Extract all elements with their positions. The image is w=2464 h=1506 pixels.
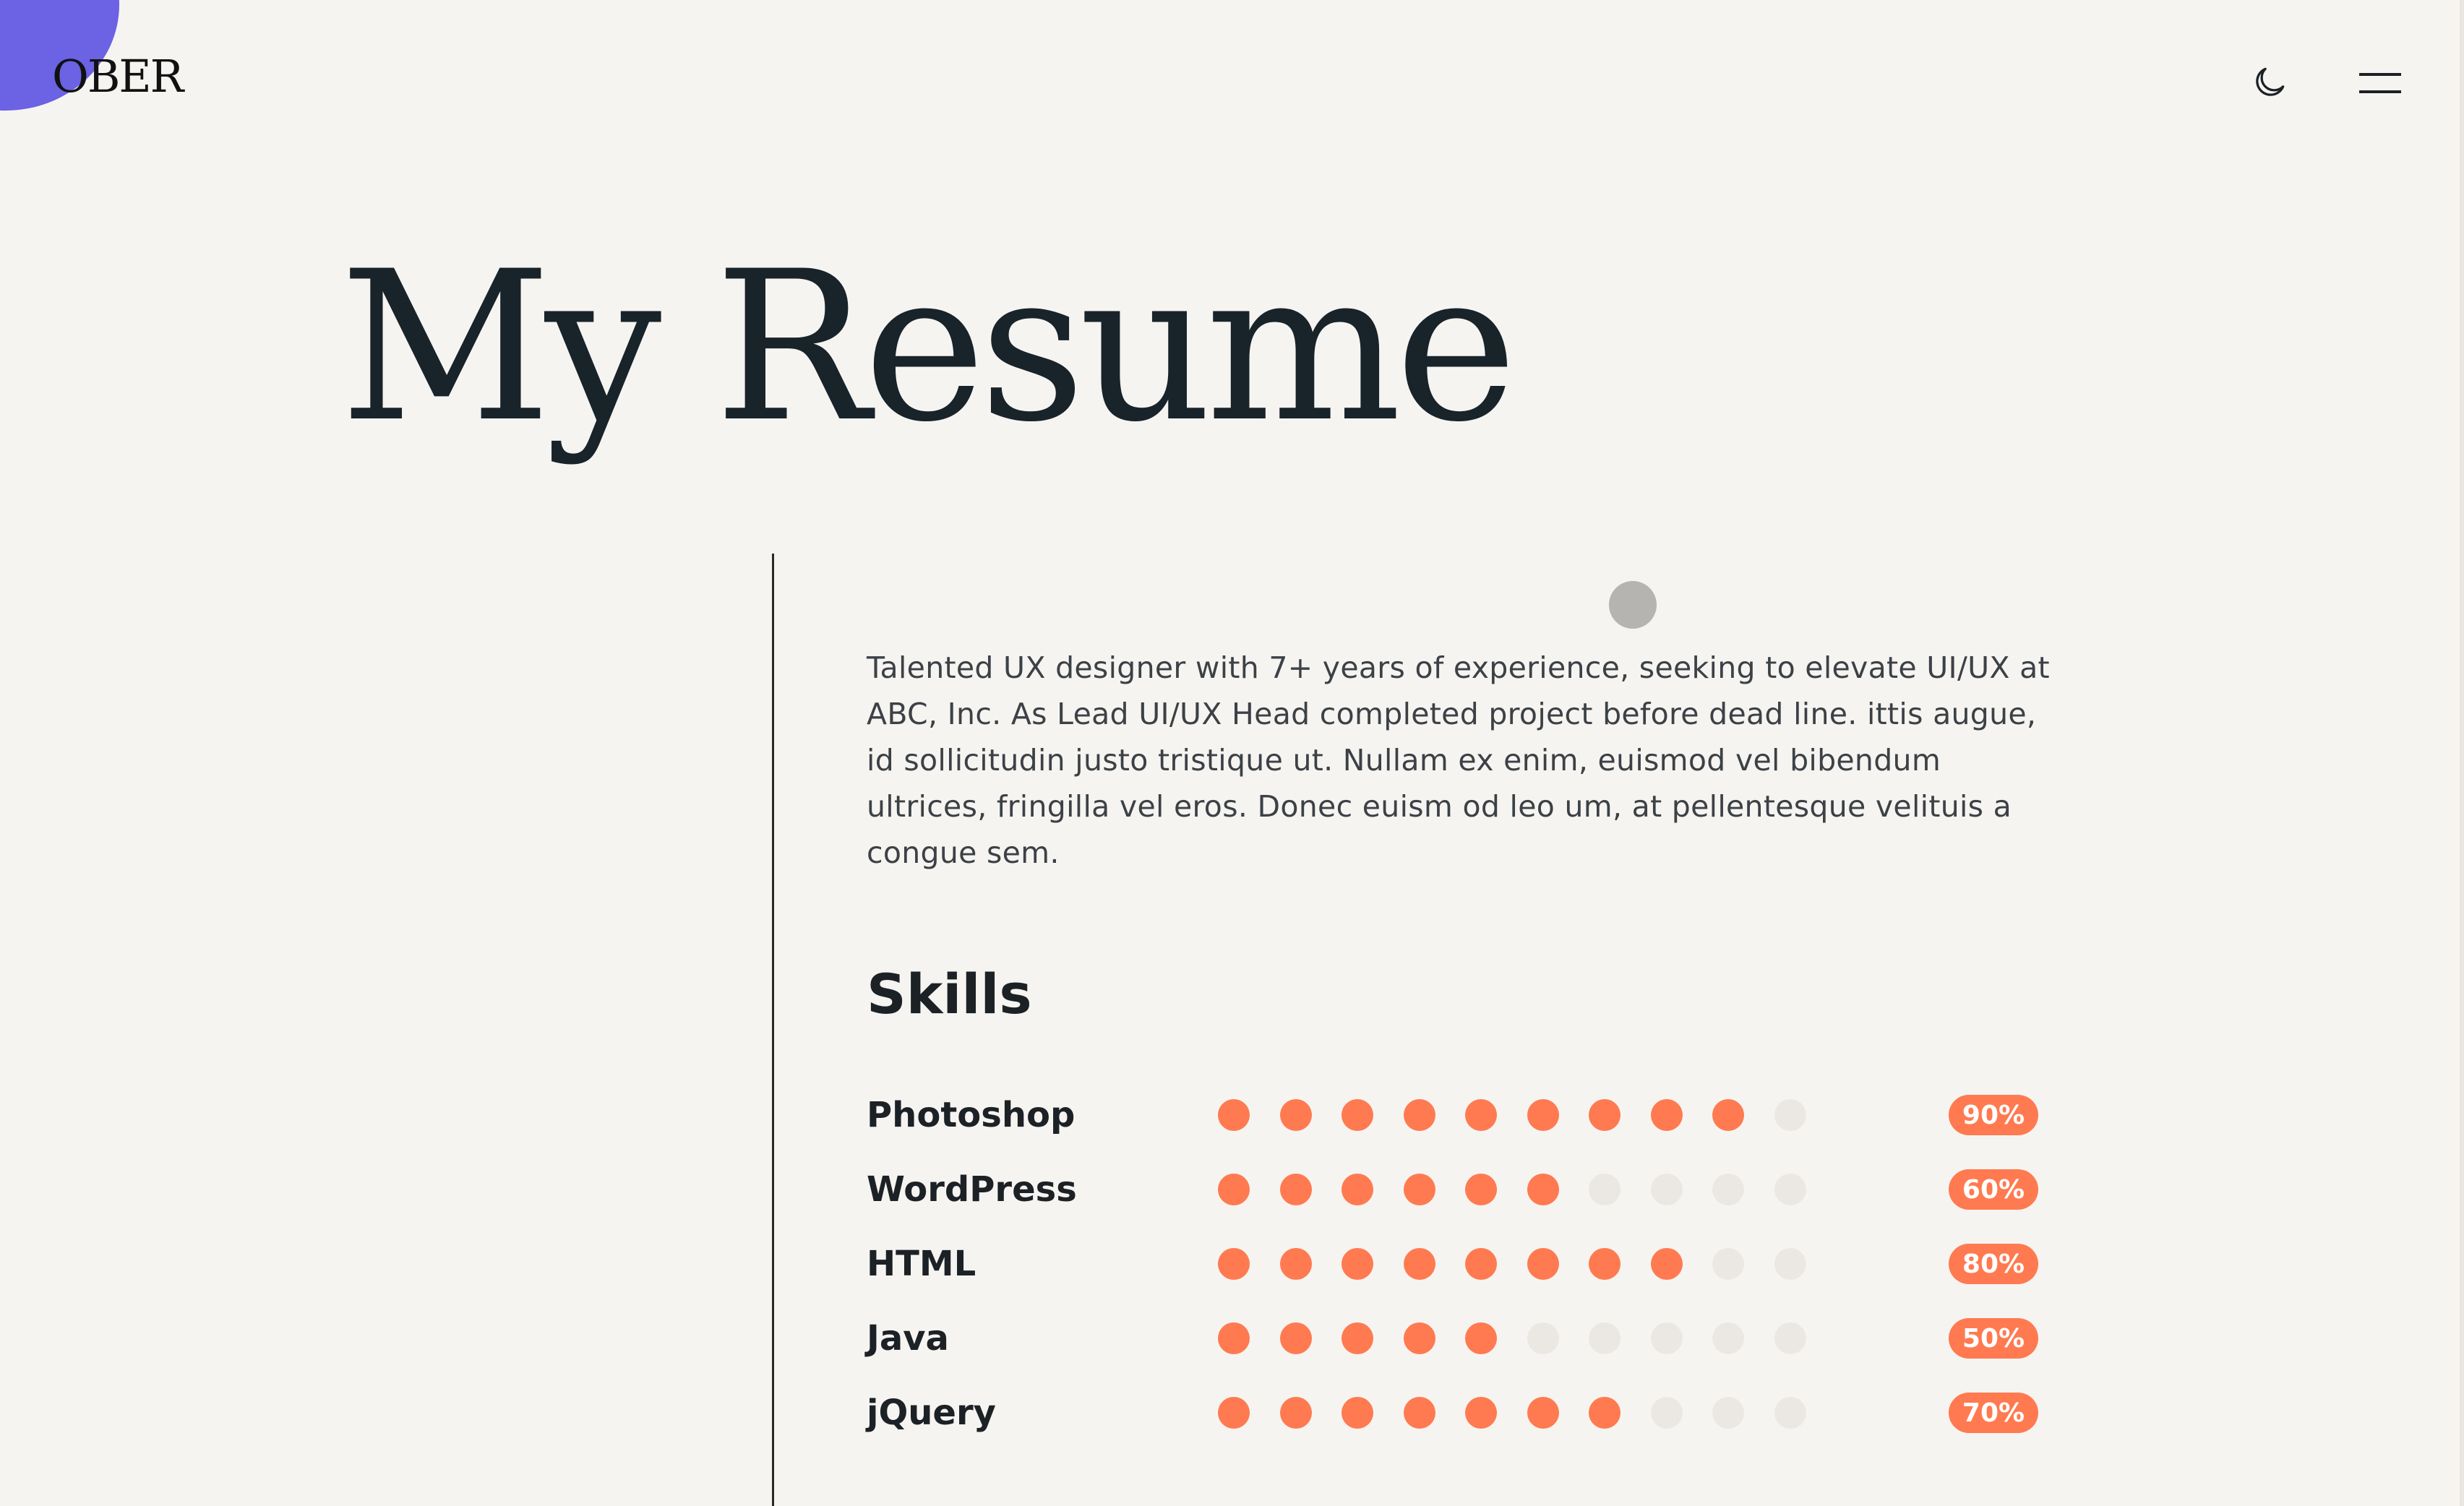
rating-dot-filled xyxy=(1527,1397,1559,1429)
skill-name: Java xyxy=(867,1318,949,1359)
skill-percent-badge: 80% xyxy=(1949,1244,2038,1284)
rating-dot-filled xyxy=(1218,1322,1250,1354)
skill-percent-badge: 50% xyxy=(1949,1318,2038,1359)
rating-dot-empty xyxy=(1527,1322,1559,1354)
rating-dot-filled xyxy=(1218,1397,1250,1429)
rating-dot-empty xyxy=(1589,1322,1621,1354)
profile-summary: Talented UX designer with 7+ years of ex… xyxy=(867,650,2050,870)
timeline-divider xyxy=(772,554,774,1506)
skill-rating-dots xyxy=(1218,1099,1811,1131)
skill-row: HTML 80% xyxy=(867,1239,2052,1289)
rating-dot-empty xyxy=(1650,1322,1683,1354)
rating-dot-filled xyxy=(1527,1099,1559,1131)
rating-dot-filled xyxy=(1527,1248,1559,1280)
rating-dot-filled xyxy=(1218,1099,1250,1131)
skill-name: WordPress xyxy=(867,1169,1077,1210)
rating-dot-filled xyxy=(1403,1099,1435,1131)
rating-dot-filled xyxy=(1403,1248,1435,1280)
rating-dot-empty xyxy=(1774,1322,1806,1354)
skill-percent-badge: 70% xyxy=(1949,1393,2038,1433)
rating-dot-filled xyxy=(1589,1248,1621,1280)
rating-dot-filled xyxy=(1403,1322,1435,1354)
rating-dot-filled xyxy=(1589,1099,1621,1131)
rating-dot-filled xyxy=(1342,1322,1373,1354)
rating-dot-empty xyxy=(1712,1248,1744,1280)
rating-dot-filled xyxy=(1465,1322,1497,1354)
skill-row: Java 50% xyxy=(867,1313,2052,1364)
rating-dot-empty xyxy=(1650,1174,1683,1205)
skill-row: WordPress 60% xyxy=(867,1164,2052,1215)
skill-rating-dots xyxy=(1218,1174,1811,1205)
scroll-indicator-dot xyxy=(1609,581,1657,629)
rating-dot-empty xyxy=(1774,1397,1806,1429)
skill-name: HTML xyxy=(867,1244,976,1284)
skill-percent-badge: 60% xyxy=(1949,1169,2038,1210)
site-logo[interactable]: OBER xyxy=(52,54,184,99)
skill-row: jQuery 70% xyxy=(867,1387,2052,1438)
rating-dot-filled xyxy=(1279,1397,1312,1429)
rating-dot-filled xyxy=(1403,1174,1435,1205)
rating-dot-filled xyxy=(1218,1174,1250,1205)
rating-dot-filled xyxy=(1342,1099,1373,1131)
rating-dot-empty xyxy=(1774,1248,1806,1280)
rating-dot-filled xyxy=(1342,1397,1373,1429)
skill-rating-dots xyxy=(1218,1248,1811,1280)
rating-dot-filled xyxy=(1650,1099,1683,1131)
hamburger-menu-icon[interactable] xyxy=(2359,69,2401,98)
rating-dot-filled xyxy=(1650,1248,1683,1280)
rating-dot-filled xyxy=(1465,1248,1497,1280)
rating-dot-filled xyxy=(1465,1397,1497,1429)
rating-dot-empty xyxy=(1712,1174,1744,1205)
skill-rating-dots xyxy=(1218,1397,1811,1429)
rating-dot-filled xyxy=(1589,1397,1621,1429)
skill-name: Photoshop xyxy=(867,1095,1076,1135)
scrollbar-track[interactable] xyxy=(2460,0,2464,1506)
rating-dot-filled xyxy=(1342,1248,1373,1280)
rating-dot-filled xyxy=(1218,1248,1250,1280)
rating-dot-filled xyxy=(1279,1248,1312,1280)
rating-dot-empty xyxy=(1712,1397,1744,1429)
rating-dot-empty xyxy=(1589,1174,1621,1205)
page-title: My Resume xyxy=(340,228,1517,468)
rating-dot-empty xyxy=(1774,1099,1806,1131)
rating-dot-filled xyxy=(1527,1174,1559,1205)
rating-dot-filled xyxy=(1403,1397,1435,1429)
rating-dot-filled xyxy=(1465,1174,1497,1205)
rating-dot-empty xyxy=(1774,1174,1806,1205)
skill-row: Photoshop 90% xyxy=(867,1090,2052,1140)
moon-icon[interactable] xyxy=(2249,62,2290,103)
rating-dot-filled xyxy=(1342,1174,1373,1205)
rating-dot-filled xyxy=(1279,1174,1312,1205)
skills-heading: Skills xyxy=(867,962,1032,1026)
rating-dot-filled xyxy=(1279,1099,1312,1131)
skill-percent-badge: 90% xyxy=(1949,1095,2038,1135)
rating-dot-filled xyxy=(1712,1099,1744,1131)
rating-dot-empty xyxy=(1712,1322,1744,1354)
rating-dot-empty xyxy=(1650,1397,1683,1429)
skill-name: jQuery xyxy=(867,1393,996,1433)
rating-dot-filled xyxy=(1465,1099,1497,1131)
rating-dot-filled xyxy=(1279,1322,1312,1354)
skill-rating-dots xyxy=(1218,1322,1811,1354)
